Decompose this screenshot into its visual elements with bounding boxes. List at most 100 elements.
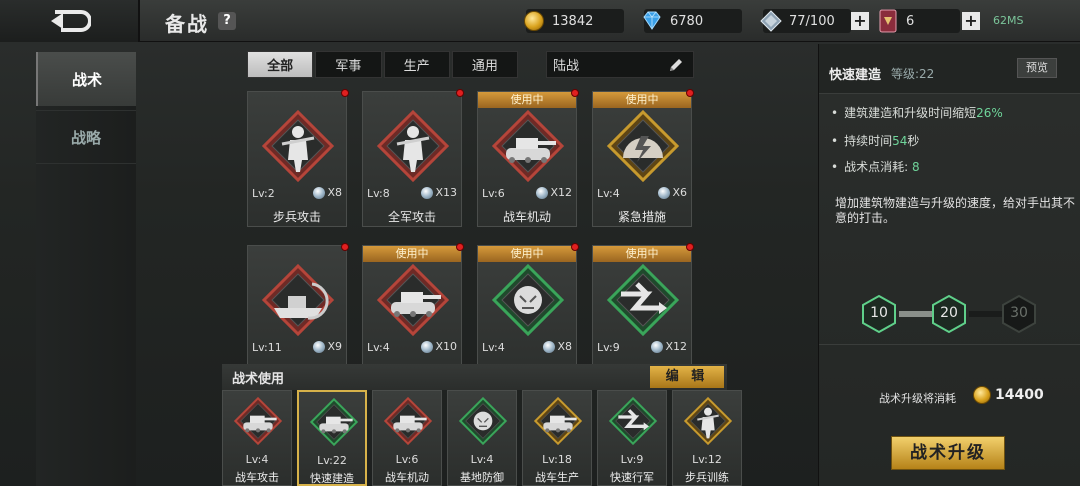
tactic-emblem-icon [261,109,335,183]
help-button[interactable]: ? [218,12,236,30]
tactic-emblem-icon [608,396,658,446]
slot-name: 快速行军 [610,471,654,484]
card-pack-counter: 6 [879,9,960,33]
card-count-value: X12 [665,340,687,353]
new-indicator-dot [456,243,464,251]
new-indicator-dot [341,89,349,97]
card-name: 全军攻击 [387,210,436,224]
card-count: X13 [421,186,457,199]
card-count-value: X6 [672,186,687,199]
in-use-badge: 使用中 [593,92,691,108]
equipped-tactic-slot[interactable]: Lv:4 战车攻击 [222,390,292,486]
effect-value: 54 [892,134,908,148]
equipped-tactic-slot[interactable]: Lv:4 基地防御 [447,390,517,486]
card-level: Lv:6 [482,187,505,200]
effect-text: 战术点消耗: [844,160,912,174]
ping-indicator: 62MS [993,14,1024,27]
battle-type-filter[interactable]: 陆战 [546,51,694,78]
effect-line-cost: 战术点消耗: 8 [831,158,920,175]
gold-coin-icon [520,7,548,35]
in-use-badge: 使用中 [478,246,576,262]
back-button[interactable] [0,0,140,42]
tactic-emblem-icon [491,263,565,337]
milestone-label: 20 [940,305,958,321]
card-level: Lv:4 [597,187,620,200]
equipped-tactic-slot[interactable]: Lv:12 步兵训练 [672,390,742,486]
tab-military[interactable]: 军事 [315,51,382,78]
steel-icon [313,186,326,199]
tactic-card[interactable]: Lv:2 X8 步兵攻击 [247,89,349,227]
card-name: 战车机动 [502,210,551,224]
tab-production[interactable]: 生产 [383,51,450,78]
preview-button[interactable]: 预览 [1017,58,1057,78]
category-tabs: 全部 军事 生产 通用 [247,51,518,78]
sidebar-item-tactics[interactable]: 战术 [36,52,136,106]
tab-all[interactable]: 全部 [247,51,314,78]
tactic-card[interactable]: 使用中 Lv:4 X6 紧急措施 [592,89,694,227]
card-count-value: X9 [327,340,342,353]
add-card-pack-button[interactable]: + [962,12,980,30]
tactic-card[interactable]: Lv:8 X13 全军攻击 [362,89,464,227]
new-indicator-dot [456,89,464,97]
diamond-counter: 6780 [643,9,742,33]
card-pack-icon [874,7,902,35]
slot-name: 步兵训练 [685,471,729,484]
steel-icon [651,340,664,353]
new-indicator-dot [686,89,694,97]
card-count-value: X8 [327,186,342,199]
tactic-card[interactable]: 使用中 Lv:4 X8 [477,243,579,381]
upgrade-button[interactable]: 战术升级 [891,436,1005,470]
new-indicator-dot [571,243,579,251]
sidebar-item-strategy[interactable]: 战略 [36,110,136,164]
slot-level: Lv:6 [395,453,419,466]
milestone-node-30: 30 [999,294,1039,334]
equipped-tactic-slot[interactable]: Lv:22 快速建造 [297,390,367,486]
detail-header: 快速建造 等级:22 预览 [819,44,1080,94]
card-count-value: X8 [557,340,572,353]
page-title: 备战 [165,12,209,36]
card-count: X10 [421,340,457,353]
tactic-card[interactable]: 使用中 Lv:6 X12 战车机动 [477,89,579,227]
tactic-emblem-icon [533,396,583,446]
upgrade-cost: 14400 [973,386,1044,404]
card-count: X9 [313,340,342,353]
card-level: Lv:4 [482,341,505,354]
slot-level: Lv:12 [692,453,722,466]
edit-button[interactable]: 编 辑 [650,366,724,388]
tactic-card[interactable]: 使用中 Lv:4 X10 [362,243,464,381]
tactic-card[interactable]: 使用中 Lv:9 X12 [592,243,694,381]
slot-name: 快速建造 [310,472,354,485]
effect-unit: 秒 [907,134,920,148]
equipped-tactic-slot[interactable]: Lv:18 战车生产 [522,390,592,486]
slot-level: Lv:22 [317,454,347,467]
tactic-emblem-icon [376,263,450,337]
steel-icon [757,7,785,35]
milestone-node-10: 10 [859,294,899,334]
slot-level: Lv:18 [542,453,572,466]
tab-general[interactable]: 通用 [451,51,518,78]
tactic-emblem-icon [309,397,359,447]
equipped-tactic-slot[interactable]: Lv:9 快速行军 [597,390,667,486]
detail-level: 等级:22 [891,67,935,81]
usage-bar-label: 战术使用 [232,372,285,387]
steel-icon [658,186,671,199]
gold-counter: 13842 [524,9,624,33]
new-indicator-dot [571,89,579,97]
tactic-card[interactable]: Lv:11 X9 [247,243,349,381]
tactic-emblem-icon [233,396,283,446]
gold-coin-icon [973,386,991,404]
new-indicator-dot [686,243,694,251]
effect-value: 8 [911,160,920,174]
add-steel-button[interactable]: + [851,12,869,30]
equipped-tactic-slot[interactable]: Lv:6 战车机动 [372,390,442,486]
in-use-badge: 使用中 [478,92,576,108]
sidebar-item-label: 战术 [71,70,102,89]
in-use-badge: 使用中 [363,246,461,262]
card-name: 紧急措施 [617,210,666,224]
tactic-emblem-icon [458,396,508,446]
steel-icon [543,340,556,353]
new-indicator-dot [341,243,349,251]
tactic-emblem-icon [683,396,733,446]
upgrade-cost-value: 14400 [995,387,1044,403]
card-level: Lv:11 [252,341,282,354]
